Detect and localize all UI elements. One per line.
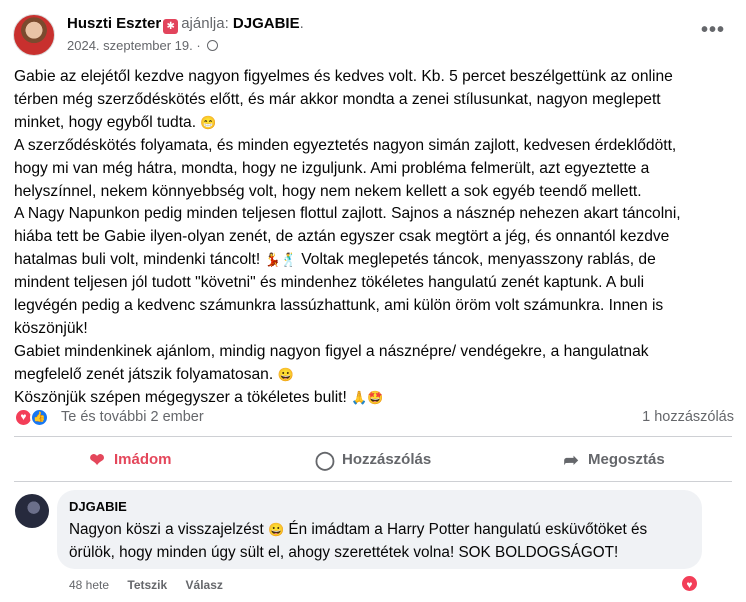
- post-date[interactable]: 2024. szeptember 19.: [67, 38, 193, 53]
- post-body: Gabie az elejétől kezdve nagyon figyelme…: [14, 66, 730, 410]
- post-line: hiába tett be Gabie ilyen-olyan zenét, d…: [14, 228, 670, 246]
- comment-bubble: DJGABIE Nagyon köszi a visszajelzést 😀 É…: [57, 490, 702, 569]
- post-header: Huszti Eszter ✱ ajánlja: DJGABIE. 2024. sz…: [13, 13, 733, 59]
- reaction-icons[interactable]: ♥ 👍: [14, 408, 54, 428]
- smile-emoji: 😀: [267, 522, 285, 537]
- meta-separator: ·: [196, 38, 201, 53]
- post-line: Gabie az elejétől kezdve nagyon figyelme…: [14, 68, 673, 85]
- post-line: mindent teljesen jól tudott "követni" és…: [14, 274, 645, 292]
- post-line: A szerződéskötés folyamata, és minden eg…: [14, 136, 677, 154]
- comment-meta: 48 hete Tetszik Válasz: [69, 578, 238, 592]
- commenter-name[interactable]: DJGABIE: [69, 499, 690, 514]
- divider: [14, 481, 732, 482]
- heart-icon: ❤: [89, 450, 105, 470]
- reactions-bar: ♥ 👍 Te és további 2 ember 1 hozzászólás: [14, 406, 734, 430]
- divider: [14, 436, 732, 437]
- share-icon: ➦: [563, 450, 579, 470]
- comment-count[interactable]: 1 hozzászólás: [642, 409, 734, 425]
- recommended-page[interactable]: DJGABIE: [233, 15, 300, 32]
- love-button[interactable]: ❤ Imádom: [86, 441, 171, 479]
- like-reaction-icon: 👍: [30, 408, 49, 427]
- author-avatar[interactable]: [13, 14, 55, 56]
- comment-icon: ◯: [314, 450, 336, 470]
- action-bar: ❤ Imádom ◯ Hozzászólás ➦ Megosztás: [14, 441, 732, 479]
- post-line: legvégén pedig a kedvenc számunkra lassú…: [14, 297, 664, 315]
- post-line: hatalmas buli volt, mindenki táncolt! 💃🕺…: [14, 249, 730, 272]
- recommends-word: ajánlja:: [181, 15, 229, 32]
- post-line: hogy mi van még hátra, mondta, hogy ne i…: [14, 159, 650, 177]
- post-line: térben még szerződéskötés előtt, és már …: [14, 90, 661, 108]
- reactions-text[interactable]: Te és további 2 ember: [61, 409, 204, 425]
- love-reaction-icon[interactable]: ♥: [680, 574, 699, 593]
- post-line: minket, hogy egyből tudta. 😁: [14, 112, 730, 135]
- post-line: helyszínnel, nekem könnyebbség volt, hog…: [14, 182, 642, 200]
- comment-button[interactable]: ◯ Hozzászólás: [314, 441, 431, 479]
- comment-age[interactable]: 48 hete: [69, 578, 109, 592]
- grin-emoji: 😁: [200, 114, 217, 130]
- recommend-icon: ✱: [163, 19, 179, 34]
- comment-like-button[interactable]: Tetszik: [127, 578, 167, 592]
- smile-emoji: 😀: [277, 366, 294, 382]
- post-line: köszönjük!: [14, 319, 88, 337]
- post-line: megfelelő zenét játszik folyamatosan. 😀: [14, 364, 730, 387]
- comment-reply-button[interactable]: Válasz: [186, 578, 223, 592]
- post-line: Gabiet mindenkinek ajánlom, mindig nagyo…: [14, 342, 649, 360]
- share-button[interactable]: ➦ Megosztás: [560, 441, 664, 479]
- author-name[interactable]: Huszti Eszter: [67, 15, 161, 32]
- man-dancing-emoji: 🕺: [280, 252, 297, 268]
- globe-icon: [207, 40, 219, 51]
- post-meta: 2024. szeptember 19. ·: [67, 38, 219, 53]
- comment-text: Nagyon köszi a visszajelzést 😀 Én imádta…: [69, 521, 648, 561]
- author-line: Huszti Eszter ✱ ajánlja: DJGABIE.: [67, 15, 304, 34]
- post-line: A Nagy Napunkon pedig minden teljesen fl…: [14, 205, 681, 223]
- dancer-emoji: 💃: [264, 252, 281, 268]
- more-icon[interactable]: •••: [701, 19, 725, 42]
- commenter-avatar[interactable]: [15, 494, 49, 528]
